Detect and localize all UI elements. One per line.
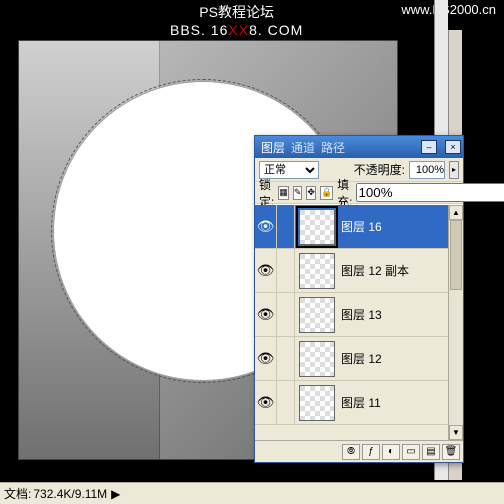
tab-layers[interactable]: 图层: [261, 139, 285, 156]
visibility-toggle[interactable]: 👁: [255, 337, 277, 380]
link-column[interactable]: [277, 249, 295, 292]
watermark-line1: PS教程论坛: [170, 2, 303, 22]
layer-name[interactable]: 图层 12 副本: [339, 262, 448, 279]
minimize-button[interactable]: –: [421, 140, 437, 154]
link-column[interactable]: [277, 337, 295, 380]
scroll-down-icon[interactable]: ▼: [449, 425, 463, 440]
layer-row[interactable]: 👁 图层 11: [255, 381, 448, 425]
status-label: 文档:: [4, 485, 31, 502]
opacity-label: 不透明度:: [354, 161, 405, 178]
status-bar: 文档: 732.4K/9.11M ▶: [0, 482, 504, 504]
watermark-top: PS教程论坛 BBS. 16XX8. COM: [170, 2, 303, 40]
visibility-toggle[interactable]: 👁: [255, 249, 277, 292]
tab-channels[interactable]: 通道: [291, 139, 315, 156]
link-column[interactable]: [277, 381, 295, 424]
layer-thumbnail[interactable]: [299, 297, 335, 333]
opacity-input[interactable]: [409, 161, 445, 179]
layer-name[interactable]: 图层 11: [339, 394, 448, 411]
blend-opacity-row: 正常 不透明度: ▸: [255, 158, 463, 182]
layer-thumbnail[interactable]: [299, 253, 335, 289]
layer-thumbnail[interactable]: [299, 209, 335, 245]
layer-row[interactable]: 👁 图层 13: [255, 293, 448, 337]
scroll-up-icon[interactable]: ▲: [449, 205, 463, 220]
lock-fill-row: 锁定: ▦ ✎ ✥ 🔒 填充: ▸: [255, 182, 463, 204]
link-layers-icon[interactable]: ⦾: [342, 444, 360, 460]
adjustment-icon[interactable]: ▭: [402, 444, 420, 460]
layer-thumbnail[interactable]: [299, 385, 335, 421]
layer-thumbnail[interactable]: [299, 341, 335, 377]
layers-panel: 图层 通道 路径 – × 正常 不透明度: ▸ 锁定: ▦ ✎ ✥ 🔒 填充: …: [254, 135, 464, 463]
lock-pixels-icon[interactable]: ✎: [293, 186, 303, 200]
layer-list: 👁 图层 16 👁 图层 12 副本 👁 图层 13 👁: [255, 204, 463, 440]
lock-transparency-icon[interactable]: ▦: [278, 186, 289, 200]
watermark-line2: BBS. 16XX8. COM: [170, 22, 303, 40]
layer-scrollbar[interactable]: ▲ ▼: [448, 205, 463, 440]
status-value: 732.4K/9.11M: [33, 487, 107, 501]
layer-name[interactable]: 图层 12: [339, 350, 448, 367]
layer-row[interactable]: 👁 图层 12 副本: [255, 249, 448, 293]
layer-name[interactable]: 图层 13: [339, 306, 448, 323]
mask-icon[interactable]: ◐: [382, 444, 400, 460]
layer-row[interactable]: 👁 图层 16: [255, 205, 448, 249]
link-column[interactable]: [277, 205, 295, 248]
fill-input[interactable]: [356, 183, 504, 202]
layer-row[interactable]: 👁 图层 12: [255, 337, 448, 381]
link-column[interactable]: [277, 293, 295, 336]
visibility-toggle[interactable]: 👁: [255, 293, 277, 336]
layer-name[interactable]: 图层 16: [339, 218, 448, 235]
visibility-toggle[interactable]: 👁: [255, 381, 277, 424]
tab-paths[interactable]: 路径: [321, 139, 345, 156]
status-flyout[interactable]: ▶: [111, 487, 120, 501]
visibility-toggle[interactable]: 👁: [255, 205, 277, 248]
lock-all-icon[interactable]: 🔒: [320, 186, 333, 200]
panel-footer: ⦾ ƒ ◐ ▭ ▤ 🗑: [255, 440, 463, 462]
close-button[interactable]: ×: [445, 140, 461, 154]
new-layer-icon[interactable]: ▤: [422, 444, 440, 460]
lock-position-icon[interactable]: ✥: [306, 186, 316, 200]
opacity-flyout[interactable]: ▸: [449, 161, 459, 179]
panel-titlebar[interactable]: 图层 通道 路径 – ×: [255, 136, 463, 158]
fx-icon[interactable]: ƒ: [362, 444, 380, 460]
watermark-url: www.PS2000.cn: [401, 2, 496, 17]
scrollbar-thumb[interactable]: [450, 220, 462, 290]
trash-icon[interactable]: 🗑: [442, 444, 460, 460]
